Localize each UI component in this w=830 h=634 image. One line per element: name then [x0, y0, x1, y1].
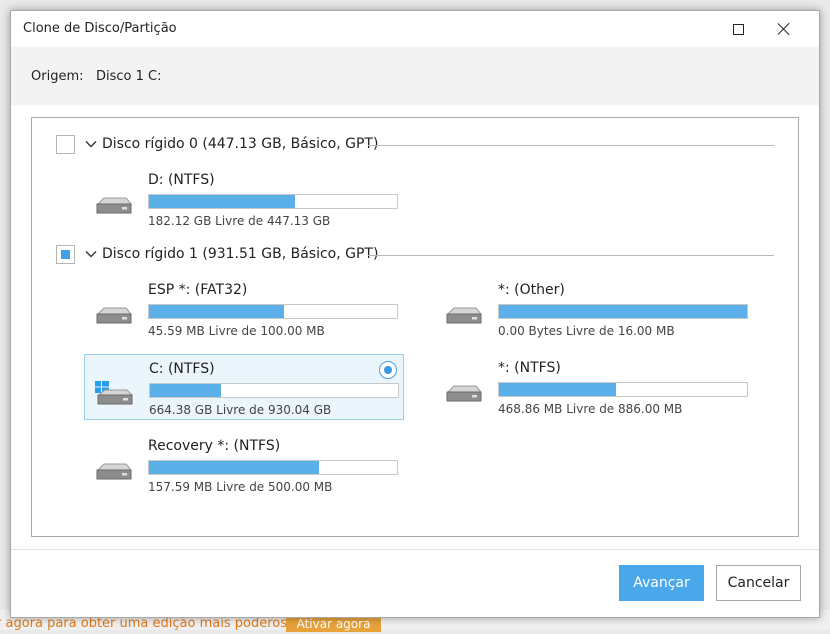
next-button[interactable]: Avançar	[619, 565, 704, 601]
disk-1-title: Disco rígido 1 (931.51 GB, Básico, GPT)	[102, 246, 379, 262]
partition-free-space: 157.59 MB Livre de 500.00 MB	[148, 480, 333, 494]
title-bar: Clone de Disco/Partição	[11, 11, 819, 47]
maximize-icon	[732, 23, 744, 35]
hard-drive-icon	[446, 385, 483, 402]
partition-name: Recovery *: (NTFS)	[148, 438, 281, 454]
disk-1-checkbox[interactable]	[56, 245, 75, 264]
partition-d[interactable]: D: (NTFS) 182.12 GB Livre de 447.13 GB	[84, 166, 404, 232]
usage-bar-fill	[149, 195, 296, 208]
chevron-down-icon[interactable]	[84, 247, 98, 261]
close-icon	[777, 22, 791, 36]
usage-bar	[498, 382, 748, 397]
usage-bar	[148, 194, 398, 209]
hard-drive-icon	[96, 463, 133, 480]
disk-0-checkbox[interactable]	[56, 135, 75, 154]
partition-name: D: (NTFS)	[148, 172, 215, 188]
windows-drive-icon	[95, 381, 134, 405]
footer-divider	[11, 549, 819, 550]
selected-radio[interactable]	[379, 361, 397, 379]
hard-drive-icon	[446, 307, 483, 324]
maximize-button[interactable]	[715, 11, 761, 47]
partition-free-space: 664.38 GB Livre de 930.04 GB	[149, 403, 332, 417]
partition-name: *: (Other)	[498, 282, 565, 298]
disk-header-1: Disco rígido 1 (931.51 GB, Básico, GPT)	[56, 244, 774, 266]
usage-bar	[148, 460, 398, 475]
window-title: Clone de Disco/Partição	[23, 21, 177, 36]
partition-name: *: (NTFS)	[498, 360, 561, 376]
partition-esp[interactable]: ESP *: (FAT32) 45.59 MB Livre de 100.00 …	[84, 276, 404, 342]
origin-label: Origem:	[31, 69, 84, 84]
partition-other[interactable]: *: (Other) 0.00 Bytes Livre de 16.00 MB	[434, 276, 754, 342]
partition-free-space: 0.00 Bytes Livre de 16.00 MB	[498, 324, 675, 338]
disk-list-panel: Disco rígido 0 (447.13 GB, Básico, GPT) …	[31, 117, 799, 537]
chevron-down-icon[interactable]	[84, 137, 98, 151]
partition-name: C: (NTFS)	[149, 361, 215, 377]
disk-0-divider	[368, 145, 774, 146]
disk-header-0: Disco rígido 0 (447.13 GB, Básico, GPT)	[56, 134, 774, 156]
partition-ntfs[interactable]: *: (NTFS) 468.86 MB Livre de 886.00 MB	[434, 354, 754, 420]
partition-recovery[interactable]: Recovery *: (NTFS) 157.59 MB Livre de 50…	[84, 432, 404, 498]
usage-bar	[149, 383, 399, 398]
usage-bar	[498, 304, 748, 319]
origin-value: Disco 1 C:	[96, 69, 162, 84]
disk-1-divider	[368, 255, 774, 256]
partition-free-space: 182.12 GB Livre de 447.13 GB	[148, 214, 331, 228]
usage-bar-fill	[150, 384, 221, 397]
disk-0-title: Disco rígido 0 (447.13 GB, Básico, GPT)	[102, 136, 379, 152]
usage-bar-fill	[499, 383, 616, 396]
usage-bar	[148, 304, 398, 319]
partition-free-space: 468.86 MB Livre de 886.00 MB	[498, 402, 683, 416]
partition-c[interactable]: C: (NTFS) 664.38 GB Livre de 930.04 GB	[84, 354, 404, 420]
usage-bar-fill	[149, 305, 284, 318]
clone-dialog: Clone de Disco/Partição Origem: Disco 1 …	[10, 10, 820, 618]
partition-name: ESP *: (FAT32)	[148, 282, 248, 298]
background-promo-text: r agora para obter uma edição mais poder…	[0, 616, 300, 631]
partition-free-space: 45.59 MB Livre de 100.00 MB	[148, 324, 325, 338]
usage-bar-fill	[149, 461, 319, 474]
origin-bar: Origem: Disco 1 C:	[11, 47, 819, 105]
hard-drive-icon	[96, 307, 133, 324]
usage-bar-fill	[499, 305, 747, 318]
cancel-button[interactable]: Cancelar	[716, 565, 801, 601]
close-button[interactable]	[761, 11, 807, 47]
hard-drive-icon	[96, 197, 133, 214]
